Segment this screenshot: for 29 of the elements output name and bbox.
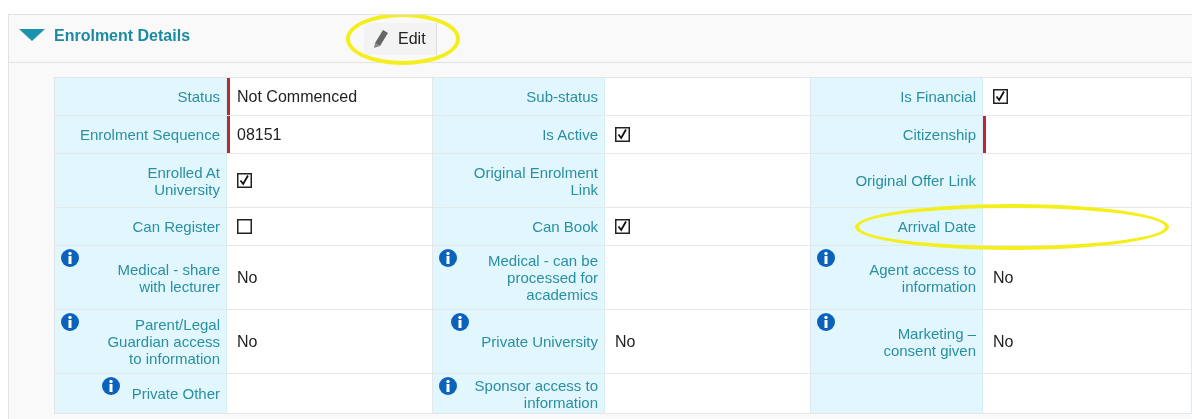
field-value: No bbox=[237, 267, 258, 288]
field-value: No bbox=[993, 331, 1014, 352]
field-label: Citizenship bbox=[902, 126, 976, 143]
field-label: Original Enrolment Link bbox=[472, 163, 598, 198]
field-value: Not Commenced bbox=[237, 86, 358, 107]
field-label: Private Other bbox=[131, 385, 220, 402]
field-label: Can Book bbox=[532, 218, 598, 235]
field-label: Marketing – consent given bbox=[882, 324, 976, 359]
field-label: Enrolment Sequence bbox=[79, 126, 220, 143]
field-value: No bbox=[237, 331, 258, 352]
field-label: Original Offer Link bbox=[855, 172, 976, 189]
field-label: Is Financial bbox=[900, 88, 976, 105]
field-label: Medical - share with lecturer bbox=[116, 260, 220, 295]
field-value: No bbox=[993, 267, 1014, 288]
field-value: No bbox=[615, 331, 636, 352]
field-label: Arrival Date bbox=[897, 218, 976, 235]
section-title: Enrolment Details bbox=[54, 25, 192, 46]
field-label: Status bbox=[177, 88, 220, 105]
field-label: Private University bbox=[481, 333, 598, 350]
field-value: 08151 bbox=[237, 124, 282, 145]
field-label: Medical - can be processed for academics bbox=[486, 252, 598, 303]
field-label: Is Active bbox=[542, 126, 598, 143]
field-label: Enrolled At University bbox=[146, 163, 220, 198]
field-label: Agent access to information bbox=[868, 260, 976, 295]
field-label: Can Register bbox=[132, 218, 220, 235]
edit-button[interactable]: Edit bbox=[364, 22, 437, 55]
field-label: Parent/Legal Guardian access to information bbox=[106, 316, 220, 367]
field-label: Sponsor access to information bbox=[473, 376, 598, 411]
field-label: Sub-status bbox=[526, 88, 598, 105]
